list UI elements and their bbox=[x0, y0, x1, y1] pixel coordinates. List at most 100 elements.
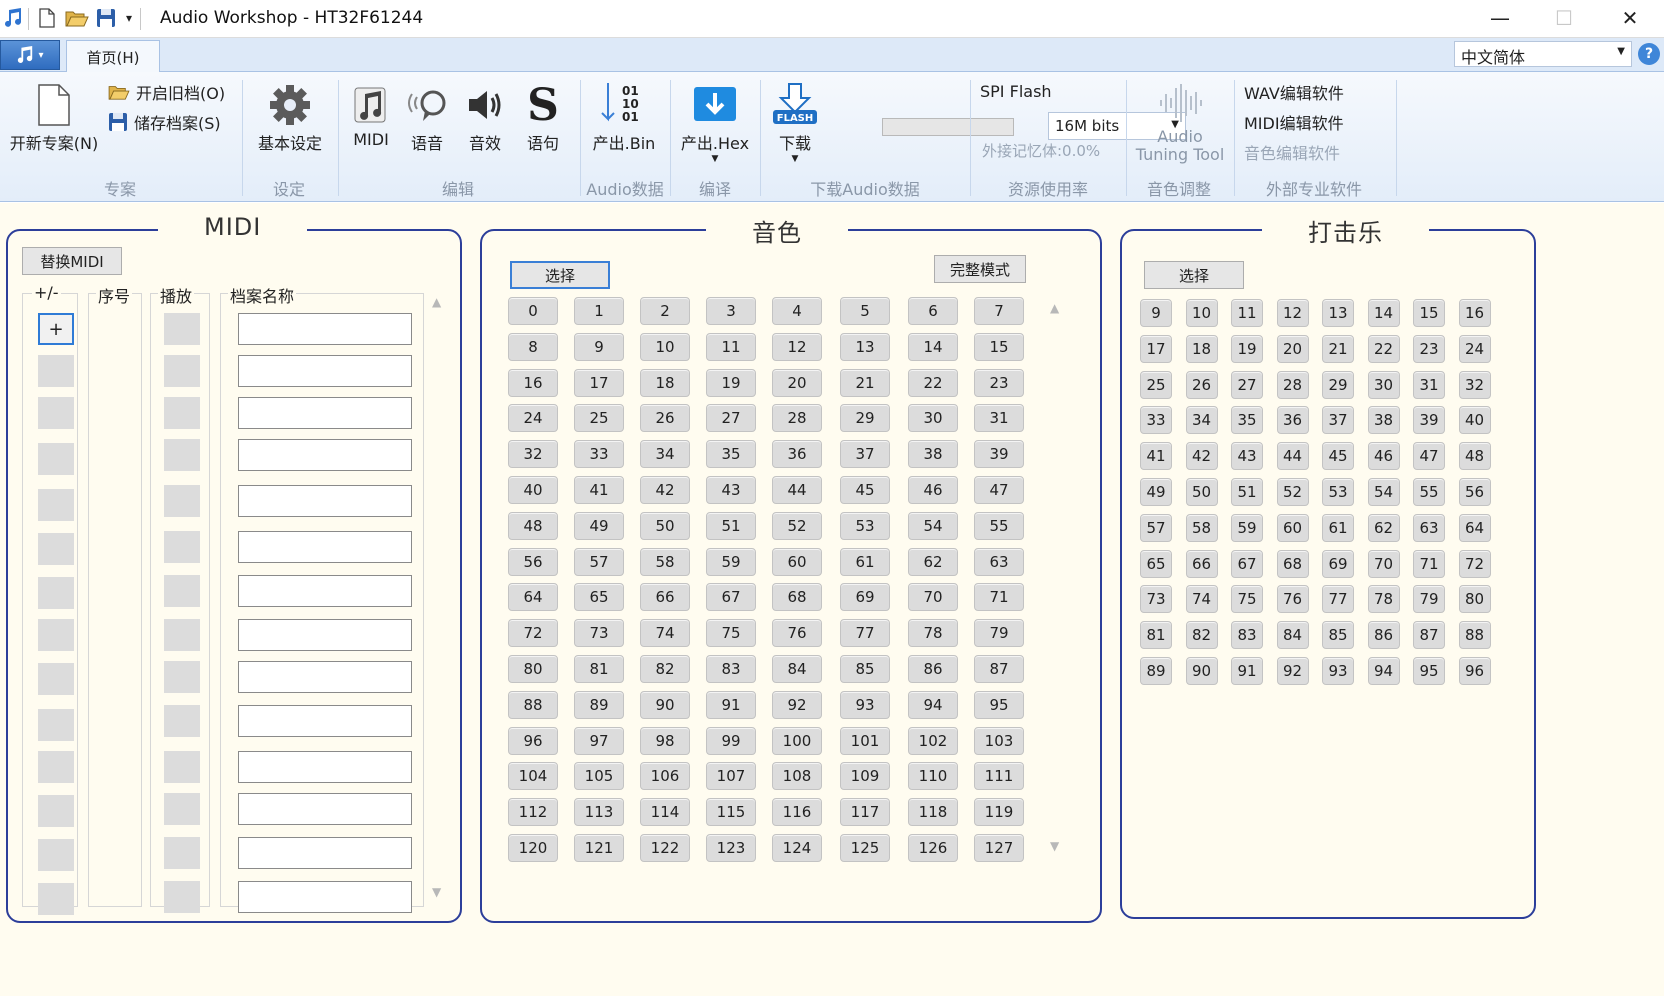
tone-number-button[interactable]: 18 bbox=[640, 368, 690, 397]
tone-number-button[interactable]: 41 bbox=[574, 476, 624, 504]
tone-number-button[interactable]: 118 bbox=[908, 798, 958, 827]
tone-number-button[interactable]: 15 bbox=[974, 332, 1024, 361]
percussion-number-button[interactable]: 79 bbox=[1413, 585, 1445, 614]
tone-number-button[interactable]: 31 bbox=[974, 404, 1024, 433]
tone-number-button[interactable]: 27 bbox=[706, 404, 756, 433]
percussion-number-button[interactable]: 20 bbox=[1276, 334, 1309, 363]
tone-number-button[interactable]: 114 bbox=[640, 798, 690, 827]
tone-number-button[interactable]: 24 bbox=[508, 404, 558, 433]
tone-number-button[interactable]: 45 bbox=[840, 476, 890, 504]
tone-number-button[interactable]: 81 bbox=[574, 655, 624, 683]
tone-number-button[interactable]: 60 bbox=[772, 547, 822, 576]
tone-number-button[interactable]: 20 bbox=[772, 368, 822, 397]
tone-number-button[interactable]: 74 bbox=[640, 619, 690, 648]
tone-number-button[interactable]: 44 bbox=[772, 476, 822, 504]
close-button[interactable]: ✕ bbox=[1600, 0, 1660, 36]
tone-number-button[interactable]: 61 bbox=[840, 547, 890, 576]
tone-number-button[interactable]: 124 bbox=[772, 834, 822, 862]
tone-number-button[interactable]: 90 bbox=[640, 690, 690, 719]
filename-field[interactable] bbox=[238, 397, 412, 429]
tone-number-button[interactable]: 72 bbox=[508, 619, 558, 648]
tone-number-button[interactable]: 125 bbox=[840, 834, 890, 862]
percussion-number-button[interactable]: 39 bbox=[1413, 406, 1445, 435]
filename-field[interactable] bbox=[238, 619, 412, 651]
tone-number-button[interactable]: 120 bbox=[508, 834, 558, 862]
tone-number-button[interactable]: 107 bbox=[706, 762, 756, 791]
tone-number-button[interactable]: 84 bbox=[772, 655, 822, 683]
tone-number-button[interactable]: 109 bbox=[840, 762, 890, 791]
tone-number-button[interactable]: 55 bbox=[974, 511, 1024, 540]
percussion-number-button[interactable]: 45 bbox=[1322, 442, 1354, 471]
percussion-number-button[interactable]: 32 bbox=[1458, 370, 1491, 399]
percussion-number-button[interactable]: 73 bbox=[1140, 585, 1172, 614]
tone-number-button[interactable]: 34 bbox=[640, 440, 690, 469]
tone-number-button[interactable]: 78 bbox=[908, 619, 958, 648]
percussion-number-button[interactable]: 31 bbox=[1413, 370, 1445, 399]
tone-number-button[interactable]: 70 bbox=[908, 583, 958, 612]
tone-number-button[interactable]: 40 bbox=[508, 476, 558, 504]
basic-settings-button[interactable]: 基本设定 bbox=[248, 80, 332, 154]
tone-number-button[interactable]: 122 bbox=[640, 834, 690, 862]
filename-field[interactable] bbox=[238, 355, 412, 387]
tone-number-button[interactable]: 92 bbox=[772, 690, 822, 719]
percussion-number-button[interactable]: 53 bbox=[1322, 478, 1354, 506]
percussion-number-button[interactable]: 85 bbox=[1322, 621, 1354, 650]
percussion-number-button[interactable]: 95 bbox=[1413, 657, 1445, 685]
midi-edit-button[interactable]: MIDI bbox=[346, 80, 396, 149]
percussion-number-button[interactable]: 66 bbox=[1185, 549, 1218, 578]
tone-number-button[interactable]: 43 bbox=[706, 476, 756, 504]
tone-number-button[interactable]: 64 bbox=[508, 583, 558, 612]
percussion-number-button[interactable]: 56 bbox=[1458, 478, 1491, 506]
tone-number-button[interactable]: 108 bbox=[772, 762, 822, 791]
tone-number-button[interactable]: 116 bbox=[772, 798, 822, 827]
percussion-number-button[interactable]: 74 bbox=[1185, 585, 1218, 614]
filename-field[interactable] bbox=[238, 485, 412, 517]
percussion-number-button[interactable]: 61 bbox=[1322, 513, 1354, 542]
tone-number-button[interactable]: 35 bbox=[706, 440, 756, 469]
open-folder-icon[interactable] bbox=[64, 6, 90, 30]
play-button[interactable] bbox=[164, 531, 200, 563]
percussion-number-button[interactable]: 51 bbox=[1231, 478, 1263, 506]
percussion-number-button[interactable]: 49 bbox=[1140, 478, 1172, 506]
tone-number-button[interactable]: 80 bbox=[508, 655, 558, 683]
tone-number-button[interactable]: 50 bbox=[640, 511, 690, 540]
percussion-number-button[interactable]: 65 bbox=[1140, 549, 1172, 578]
tone-number-button[interactable]: 30 bbox=[908, 404, 958, 433]
percussion-number-button[interactable]: 43 bbox=[1231, 442, 1263, 471]
tone-number-button[interactable]: 73 bbox=[574, 619, 624, 648]
tone-number-button[interactable]: 110 bbox=[908, 762, 958, 791]
percussion-number-button[interactable]: 84 bbox=[1276, 621, 1309, 650]
tone-number-button[interactable]: 6 bbox=[908, 297, 958, 325]
percussion-number-button[interactable]: 63 bbox=[1413, 513, 1445, 542]
percussion-number-button[interactable]: 58 bbox=[1185, 513, 1218, 542]
tone-number-button[interactable]: 19 bbox=[706, 368, 756, 397]
percussion-number-button[interactable]: 9 bbox=[1140, 299, 1172, 327]
tone-number-button[interactable]: 117 bbox=[840, 798, 890, 827]
play-button[interactable] bbox=[164, 705, 200, 737]
percussion-number-button[interactable]: 77 bbox=[1322, 585, 1354, 614]
percussion-number-button[interactable]: 25 bbox=[1140, 370, 1172, 399]
sound-effect-button[interactable]: 音效 bbox=[460, 80, 510, 154]
percussion-select-button[interactable]: 选择 bbox=[1144, 261, 1244, 289]
tone-number-button[interactable]: 115 bbox=[706, 798, 756, 827]
percussion-number-button[interactable]: 29 bbox=[1322, 370, 1354, 399]
percussion-number-button[interactable]: 68 bbox=[1276, 549, 1309, 578]
tone-number-button[interactable]: 111 bbox=[974, 762, 1024, 791]
percussion-number-button[interactable]: 16 bbox=[1458, 299, 1491, 327]
app-music-icon[interactable] bbox=[2, 6, 24, 30]
percussion-number-button[interactable]: 38 bbox=[1367, 406, 1400, 435]
play-button[interactable] bbox=[164, 485, 200, 517]
percussion-number-button[interactable]: 27 bbox=[1231, 370, 1263, 399]
percussion-number-button[interactable]: 40 bbox=[1458, 406, 1491, 435]
tone-number-button[interactable]: 52 bbox=[772, 511, 822, 540]
tone-number-button[interactable]: 47 bbox=[974, 476, 1024, 504]
tone-number-button[interactable]: 49 bbox=[574, 511, 624, 540]
percussion-number-button[interactable]: 82 bbox=[1185, 621, 1218, 650]
filename-field[interactable] bbox=[238, 313, 412, 345]
tone-number-button[interactable]: 14 bbox=[908, 332, 958, 361]
percussion-number-button[interactable]: 21 bbox=[1322, 334, 1354, 363]
tone-number-button[interactable]: 75 bbox=[706, 619, 756, 648]
output-bin-button[interactable]: 01 10 01 产出.Bin bbox=[586, 80, 662, 154]
percussion-number-button[interactable]: 44 bbox=[1276, 442, 1309, 471]
percussion-number-button[interactable]: 14 bbox=[1367, 299, 1400, 327]
